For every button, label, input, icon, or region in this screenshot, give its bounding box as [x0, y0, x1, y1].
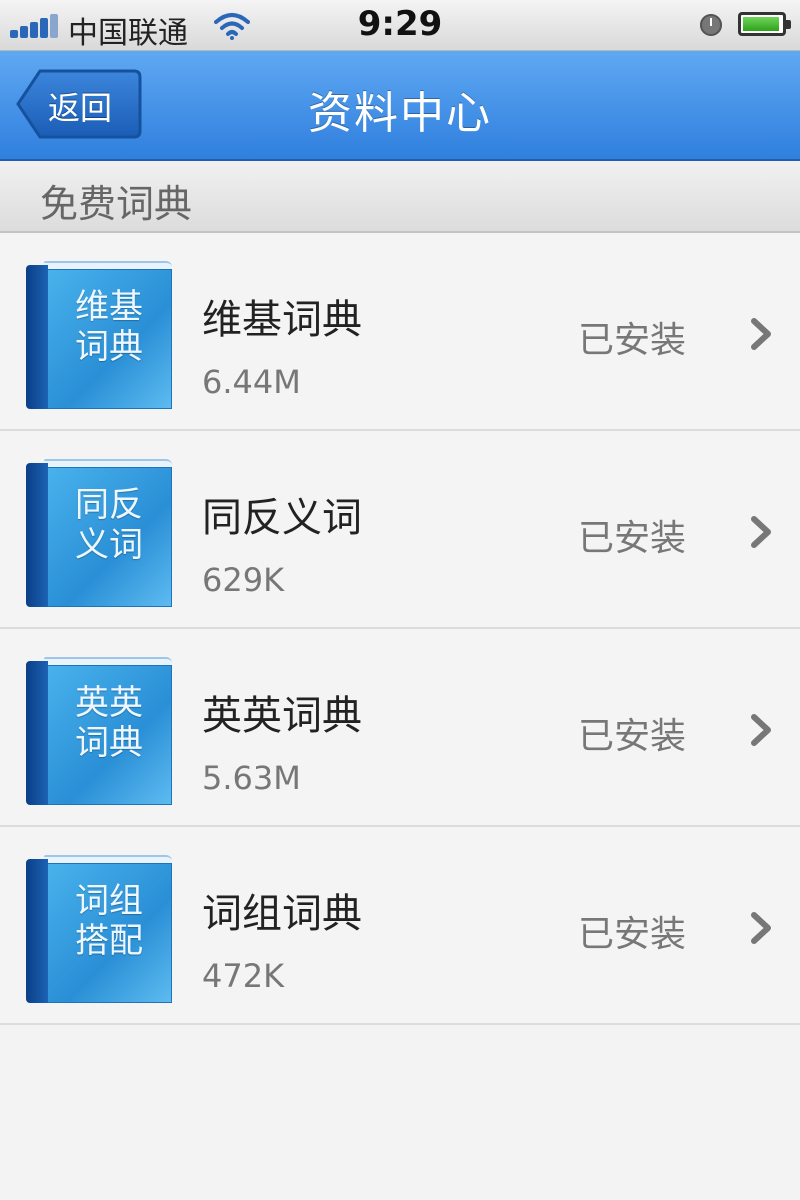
cover-text-line: 维基	[75, 287, 143, 327]
section-header: 免费词典	[0, 161, 800, 233]
dictionary-book-icon: 英英 词典	[26, 657, 174, 805]
install-status: 已安装	[578, 320, 687, 361]
dictionary-size: 6.44M	[202, 363, 301, 401]
install-status: 已安装	[578, 716, 687, 757]
dictionary-name: 同反义词	[202, 495, 362, 541]
list-item[interactable]: 同反 义词 同反义词 629K 已安装	[0, 431, 800, 629]
dictionary-book-icon: 维基 词典	[26, 261, 174, 409]
navigation-bar: 返回 资料中心	[0, 51, 800, 161]
install-status: 已安装	[578, 518, 687, 559]
chevron-right-icon	[751, 912, 771, 944]
list-item[interactable]: 词组 搭配 词组词典 472K 已安装	[0, 827, 800, 1025]
chevron-right-icon	[751, 318, 771, 350]
dictionary-size: 629K	[202, 561, 285, 599]
battery-icon	[738, 12, 791, 36]
dictionary-name: 词组词典	[202, 891, 362, 937]
dictionary-book-icon: 词组 搭配	[26, 855, 174, 1003]
cover-text-line: 英英	[75, 683, 143, 723]
dictionary-size: 5.63M	[202, 759, 301, 797]
dictionary-book-icon: 同反 义词	[26, 459, 174, 607]
status-time: 9:29	[357, 4, 443, 44]
cover-text-line: 词典	[75, 723, 143, 763]
install-status: 已安装	[578, 914, 687, 955]
dictionary-name: 英英词典	[202, 693, 362, 739]
section-title: 免费词典	[40, 182, 193, 226]
chevron-right-icon	[751, 714, 771, 746]
dictionary-size: 472K	[202, 957, 285, 995]
cover-text-line: 词典	[75, 327, 143, 367]
list-item[interactable]: 英英 词典 英英词典 5.63M 已安装	[0, 629, 800, 827]
cover-text-line: 义词	[75, 525, 143, 565]
chevron-right-icon	[751, 516, 771, 548]
page-title: 资料中心	[308, 88, 492, 139]
dictionary-list: 维基 词典 维基词典 6.44M 已安装 同反 义词 同反义词 629K 已安装 英…	[0, 233, 800, 1025]
status-bar: 中国联通 9:29	[0, 0, 800, 51]
cover-text-line: 同反	[75, 485, 143, 525]
cover-text-line: 搭配	[75, 921, 143, 961]
clock-icon	[700, 14, 722, 36]
cover-text-line: 词组	[75, 881, 143, 921]
list-item[interactable]: 维基 词典 维基词典 6.44M 已安装	[0, 233, 800, 431]
dictionary-name: 维基词典	[202, 297, 362, 343]
